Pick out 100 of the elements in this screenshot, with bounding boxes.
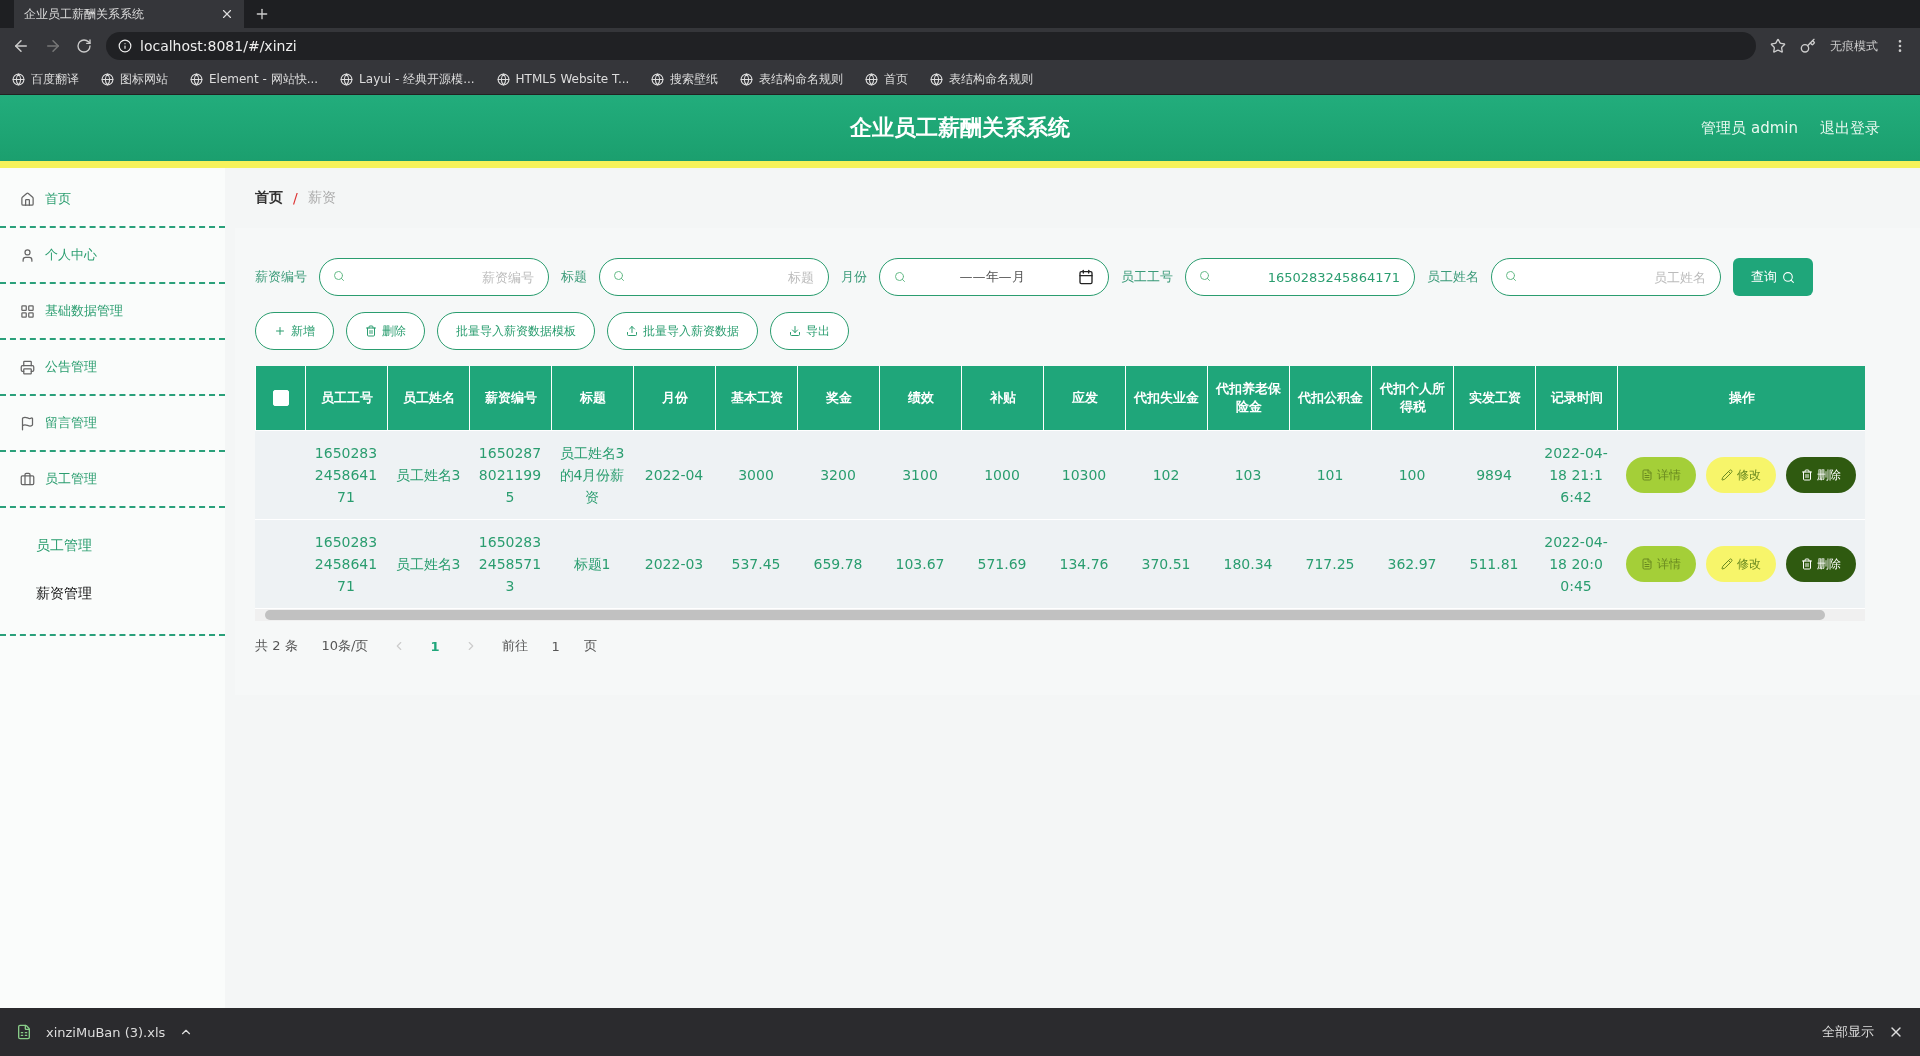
- filter-label: 员工姓名: [1427, 268, 1479, 286]
- document-icon: [1641, 558, 1653, 570]
- search-icon: [1199, 270, 1211, 282]
- bookmark-link[interactable]: 首页: [884, 70, 909, 88]
- sidebar-item[interactable]: 员工管理: [0, 452, 225, 508]
- table-cell-text: 134.76: [1058, 555, 1110, 574]
- sidebar-subitem[interactable]: 薪资管理: [0, 570, 225, 618]
- key-icon[interactable]: [1800, 38, 1816, 54]
- forward-icon[interactable]: [44, 37, 62, 55]
- table-cell-text: 511.81: [1468, 555, 1520, 574]
- table-cell-text: 1650283245864171: [313, 444, 379, 507]
- action-button[interactable]: 删除: [346, 312, 425, 350]
- column-header: 实发工资: [1453, 366, 1535, 430]
- action-button[interactable]: 导出: [770, 312, 849, 350]
- search-icon: [1782, 270, 1795, 284]
- table-cell-text: 537.45: [730, 555, 782, 574]
- table-cell-text: 180.34: [1222, 555, 1274, 574]
- bookmark-link[interactable]: Layui - 经典开源模...: [359, 70, 475, 88]
- delete-button[interactable]: 删除: [1786, 546, 1856, 582]
- column-header: 奖金: [797, 366, 879, 430]
- delete-button[interactable]: 删除: [1786, 457, 1856, 493]
- filter-label: 员工工号: [1121, 268, 1173, 286]
- download-file[interactable]: xinziMuBan (3).xls: [46, 1024, 166, 1040]
- search-icon: [333, 270, 345, 282]
- globe-icon[interactable]: [496, 72, 510, 86]
- show-all-link[interactable]: 全部显示: [1822, 1023, 1874, 1041]
- bookmark-link[interactable]: HTML5 Website T...: [515, 72, 630, 86]
- sidebar-item[interactable]: 首页: [0, 172, 225, 228]
- goto-page-field[interactable]: 1: [551, 638, 560, 654]
- sidebar-item[interactable]: 留言管理: [0, 396, 225, 452]
- address-bar[interactable]: localhost:8081/#/xinzi: [106, 32, 1756, 60]
- table-cell-text: 102: [1151, 466, 1181, 485]
- globe-icon[interactable]: [12, 72, 25, 86]
- column-header: 代扣公积金: [1289, 366, 1371, 430]
- column-header: 绩效: [879, 366, 961, 430]
- trash-icon: [1801, 558, 1813, 570]
- page-suffix: 页: [583, 637, 597, 655]
- table-cell-text: 370.51: [1140, 555, 1192, 574]
- column-header: 基本工资: [715, 366, 797, 430]
- search-field[interactable]: 标题: [599, 258, 829, 296]
- globe-icon[interactable]: [340, 72, 354, 86]
- home-icon: [20, 191, 35, 207]
- document-icon: [1641, 469, 1653, 481]
- column-header: 操作: [1617, 366, 1865, 430]
- sidebar-item[interactable]: 公告管理: [0, 340, 225, 396]
- column-header: 代扣失业金: [1125, 366, 1207, 430]
- select-all-checkbox[interactable]: [272, 390, 289, 406]
- globe-icon[interactable]: [865, 72, 879, 86]
- bookmark-star-icon[interactable]: [1770, 38, 1786, 54]
- search-field[interactable]: 1650283245864171: [1185, 258, 1415, 296]
- column-header: 薪资编号: [469, 366, 551, 430]
- new-tab-icon[interactable]: [254, 6, 270, 22]
- globe-icon[interactable]: [740, 72, 754, 86]
- bookmark-link[interactable]: 搜索壁纸: [670, 70, 719, 88]
- globe-icon[interactable]: [651, 72, 665, 86]
- edit-button[interactable]: 修改: [1706, 546, 1776, 582]
- globe-icon[interactable]: [190, 72, 203, 86]
- column-header: 应发: [1043, 366, 1125, 430]
- column-header: 记录时间: [1535, 366, 1617, 430]
- globe-icon[interactable]: [930, 72, 944, 86]
- back-icon[interactable]: [12, 37, 30, 55]
- search-field[interactable]: 员工姓名: [1491, 258, 1721, 296]
- search-icon: [1505, 270, 1517, 282]
- table-cell-text: 2022-04-18 20:00:45: [1543, 533, 1609, 596]
- column-header: 代扣养老保险金: [1207, 366, 1289, 430]
- table-cell-text: 3000: [737, 466, 775, 485]
- table-cell-text: 3200: [819, 466, 857, 485]
- bookmark-link[interactable]: 图标网站: [120, 70, 168, 88]
- table-cell-text: 16502832458571 3: [477, 533, 543, 596]
- table-cell-text: 2022-03: [643, 555, 705, 574]
- edit-button[interactable]: 修改: [1706, 457, 1776, 493]
- breadcrumb-item: 薪资: [307, 189, 336, 207]
- bookmark-link[interactable]: Element - 网站快...: [209, 70, 319, 88]
- close-icon[interactable]: [220, 7, 234, 21]
- filter-label: 标题: [561, 268, 587, 286]
- info-icon[interactable]: [118, 39, 132, 53]
- briefcase-icon: [20, 471, 35, 487]
- column-header: 标题: [551, 366, 633, 430]
- table-cell-text: 员工姓名3的4月份薪资: [558, 444, 626, 507]
- horizontal-scrollbar[interactable]: [255, 609, 1865, 621]
- action-button[interactable]: 新增: [255, 312, 334, 350]
- globe-icon[interactable]: [101, 72, 114, 86]
- search-field[interactable]: 薪资编号: [319, 258, 549, 296]
- column-header: 员工工号: [305, 366, 387, 430]
- page-size-select[interactable]: 10条/页: [321, 637, 369, 655]
- action-button[interactable]: 批量导入薪资数据: [607, 312, 758, 350]
- pencil-icon: [1721, 558, 1733, 570]
- bookmark-link[interactable]: 百度翻译: [31, 70, 79, 88]
- month-field[interactable]: ——年—月: [879, 258, 1109, 296]
- trash-icon: [1801, 469, 1813, 481]
- action-button[interactable]: 批量导入薪资数据模板: [437, 312, 595, 350]
- bookmark-link[interactable]: 表结构命名规则: [759, 70, 844, 88]
- breadcrumb-item[interactable]: 首页: [255, 189, 283, 207]
- breadcrumb-separator: /: [293, 190, 298, 206]
- calendar-icon[interactable]: [1078, 269, 1094, 285]
- flag-icon: [20, 415, 35, 431]
- reload-icon[interactable]: [76, 38, 92, 54]
- filter-label: 薪资编号: [255, 268, 307, 286]
- browser-tab[interactable]: 企业员工薪酬关系系统: [14, 0, 244, 28]
- bookmark-link[interactable]: 表结构命名规则: [949, 70, 1034, 88]
